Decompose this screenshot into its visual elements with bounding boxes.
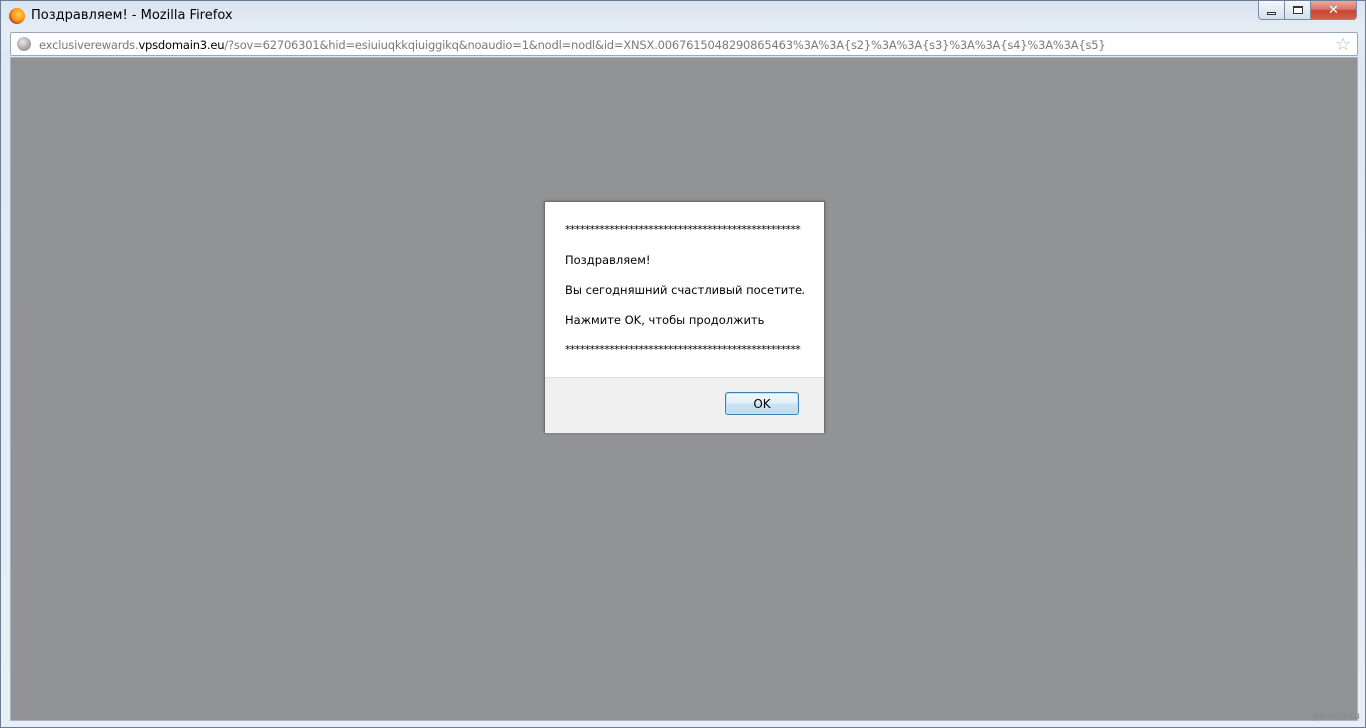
browser-window: Поздравляем! - Mozilla Firefox ✕ exclusi… <box>0 0 1366 728</box>
dialog-stars-top: ****************************************… <box>565 223 801 236</box>
url-domain: vpsdomain3.eu <box>138 38 225 52</box>
dialog-body: ****************************************… <box>545 202 824 378</box>
close-icon: ✕ <box>1328 2 1339 17</box>
close-button[interactable]: ✕ <box>1311 1 1357 20</box>
maximize-button[interactable] <box>1285 1 1311 20</box>
minimize-icon <box>1267 11 1276 15</box>
firefox-icon <box>9 8 25 24</box>
globe-icon <box>17 37 31 51</box>
alert-dialog: ****************************************… <box>544 201 825 433</box>
url-prefix: exclusiverewards. <box>39 38 139 52</box>
minimize-button[interactable] <box>1258 1 1285 20</box>
ok-button[interactable]: OK <box>725 392 799 415</box>
address-bar[interactable]: exclusiverewards.vpsdomain3.eu/?sov=6270… <box>10 32 1358 56</box>
url-text[interactable]: exclusiverewards.vpsdomain3.eu/?sov=6270… <box>39 38 1106 52</box>
dialog-stars-bottom: ****************************************… <box>565 343 801 356</box>
url-path: /?sov=62706301&hid=esiuiuqkkqiuiggikq&no… <box>224 38 1106 52</box>
window-controls: ✕ <box>1258 1 1357 21</box>
bookmark-star-icon[interactable]: ☆ <box>1335 34 1351 55</box>
title-bar[interactable]: Поздравляем! - Mozilla Firefox ✕ <box>1 1 1365 31</box>
maximize-icon <box>1292 6 1303 14</box>
dialog-instruction-text: Нажмите OK, чтобы продолжить <box>565 313 765 327</box>
window-title: Поздравляем! - Mozilla Firefox <box>31 8 233 23</box>
dialog-visitor-text: Вы сегодняшний счастливый посетитель. <box>565 283 804 297</box>
watermark: pikabu.ru <box>1312 711 1360 722</box>
dialog-congrats-text: Поздравляем! <box>565 253 651 267</box>
page-content: ****************************************… <box>10 57 1358 721</box>
dialog-footer: OK <box>545 377 824 433</box>
